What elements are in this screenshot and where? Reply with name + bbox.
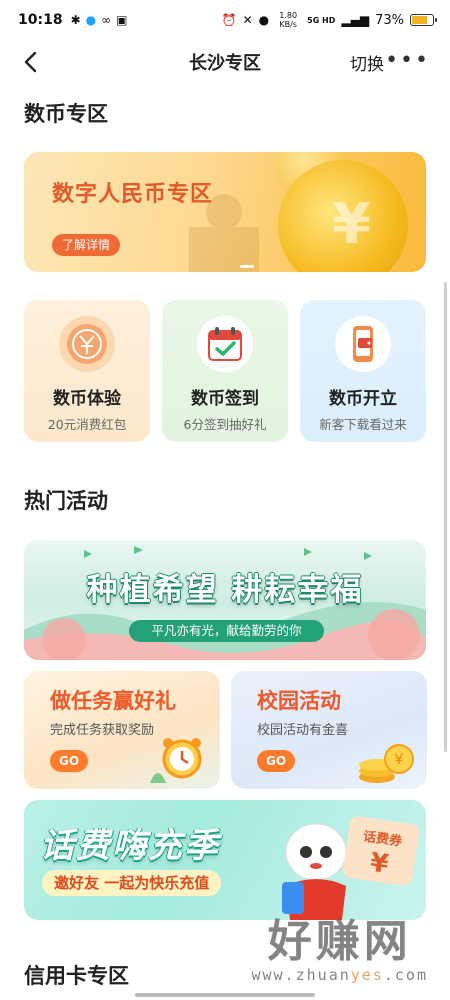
- promo-title: 校园活动: [257, 689, 341, 713]
- mute-icon: ✕: [242, 13, 253, 27]
- campus-activity-card[interactable]: 校园活动 校园活动有金喜 GO ¥: [231, 671, 427, 789]
- status-time: 10:18: [18, 12, 63, 28]
- section-title-hot: 热门活动: [24, 489, 108, 513]
- svg-text:¥: ¥: [395, 752, 404, 768]
- yuan-coin-icon: [59, 316, 115, 372]
- battery-fill: [412, 16, 427, 24]
- edit-icon: ▣: [116, 13, 128, 27]
- watermark-url-hl: yes: [350, 966, 384, 984]
- card-name: 数币开立: [329, 389, 397, 409]
- gold-coins-icon: ¥: [359, 744, 414, 783]
- banner-title: 话费嗨充季: [40, 826, 220, 866]
- qq-icon: ●: [85, 13, 97, 27]
- card-experience[interactable]: 数币体验 20元消费红包: [24, 300, 150, 442]
- watermark: 好赚网 www.zhuanyes.com: [252, 916, 429, 985]
- watermark-url-pre: www.zhuan: [251, 966, 351, 984]
- watermark-title: 好赚网: [267, 916, 412, 967]
- network-label: 5G HD: [307, 15, 336, 25]
- banner-subtitle: 邀好友 一起为快乐充值: [42, 870, 222, 896]
- digital-rmb-banner[interactable]: ¥ 数字人民币专区 了解详情: [24, 152, 426, 272]
- go-button[interactable]: GO: [50, 750, 88, 772]
- home-indicator[interactable]: [135, 993, 315, 997]
- carousel-indicator: [240, 265, 254, 268]
- banner-title: 种植希望 耕耘幸福: [86, 572, 364, 608]
- card-checkin[interactable]: 数币签到 6分签到抽好礼: [162, 300, 288, 442]
- phone-wallet-icon: [335, 316, 391, 372]
- link-icon: ∞: [101, 13, 112, 27]
- scrollbar[interactable]: [444, 282, 447, 752]
- battery-percent: 73%: [375, 12, 404, 28]
- card-name: 数币签到: [191, 389, 259, 409]
- watermark-url: www.zhuanyes.com: [252, 966, 429, 984]
- status-right: ⏰ ✕ ● 1.80 KB/s 5G HD ▂▄▆ 73%: [221, 11, 437, 29]
- person-icon: ●: [258, 13, 270, 27]
- promo-sub: 完成任务获取奖励: [50, 723, 155, 738]
- more-icon[interactable]: •••: [385, 48, 430, 73]
- promo-sub: 校园活动有金喜: [257, 723, 349, 738]
- card-name: 数币体验: [53, 389, 121, 409]
- digital-cards: 数币体验 20元消费红包 数币签到 6分签到抽好礼 数币开立 新客下载看过来: [24, 300, 426, 442]
- watermark-url-post: .com: [383, 966, 428, 984]
- section-title-digital: 数币专区: [24, 102, 108, 126]
- card-sub: 新客下载看过来: [319, 417, 407, 432]
- status-bar: 10:18 ✱ ● ∞ ▣ ⏰ ✕ ● 1.80 KB/s 5G HD ▂▄▆ …: [0, 0, 450, 40]
- learn-more-button[interactable]: 了解详情: [52, 234, 121, 256]
- alarm-icon: ⏰: [221, 13, 237, 27]
- switch-button[interactable]: 切换: [350, 50, 384, 75]
- notification-icons: ✱ ● ∞ ▣: [71, 13, 128, 27]
- section-title-credit: 信用卡专区: [24, 964, 129, 988]
- yen-icon: ¥: [332, 192, 371, 257]
- yen-icon: ¥: [368, 847, 391, 880]
- alarm-clock-icon: [150, 738, 202, 783]
- top-nav: 长沙专区 切换 •••: [0, 40, 450, 84]
- promo-title: 做任务赢好礼: [50, 689, 176, 713]
- phone-recharge-banner[interactable]: 话费嗨充季 邀好友 一起为快乐充值 话费券 ¥: [24, 800, 426, 920]
- card-sub: 6分签到抽好礼: [183, 417, 267, 432]
- task-reward-card[interactable]: 做任务赢好礼 完成任务获取奖励 GO: [24, 671, 220, 789]
- banner-title: 数字人民币专区: [52, 182, 214, 207]
- net-speed: 1.80 KB/s: [279, 11, 298, 29]
- calendar-check-icon: [197, 316, 253, 372]
- battery-icon: [410, 14, 437, 26]
- back-icon[interactable]: [16, 48, 44, 76]
- chat-icon: ✱: [70, 13, 81, 27]
- voucher-icon: 话费券 ¥: [342, 815, 420, 887]
- card-sub: 20元消费红包: [47, 417, 127, 432]
- banner-subtitle: 平凡亦有光，献给勤劳的你: [129, 620, 324, 642]
- planting-hope-banner[interactable]: 种植希望 耕耘幸福 平凡亦有光，献给勤劳的你: [24, 540, 426, 660]
- card-open[interactable]: 数币开立 新客下载看过来: [300, 300, 426, 442]
- go-button[interactable]: GO: [257, 750, 295, 772]
- signal-icon: ▂▄▆: [341, 13, 370, 27]
